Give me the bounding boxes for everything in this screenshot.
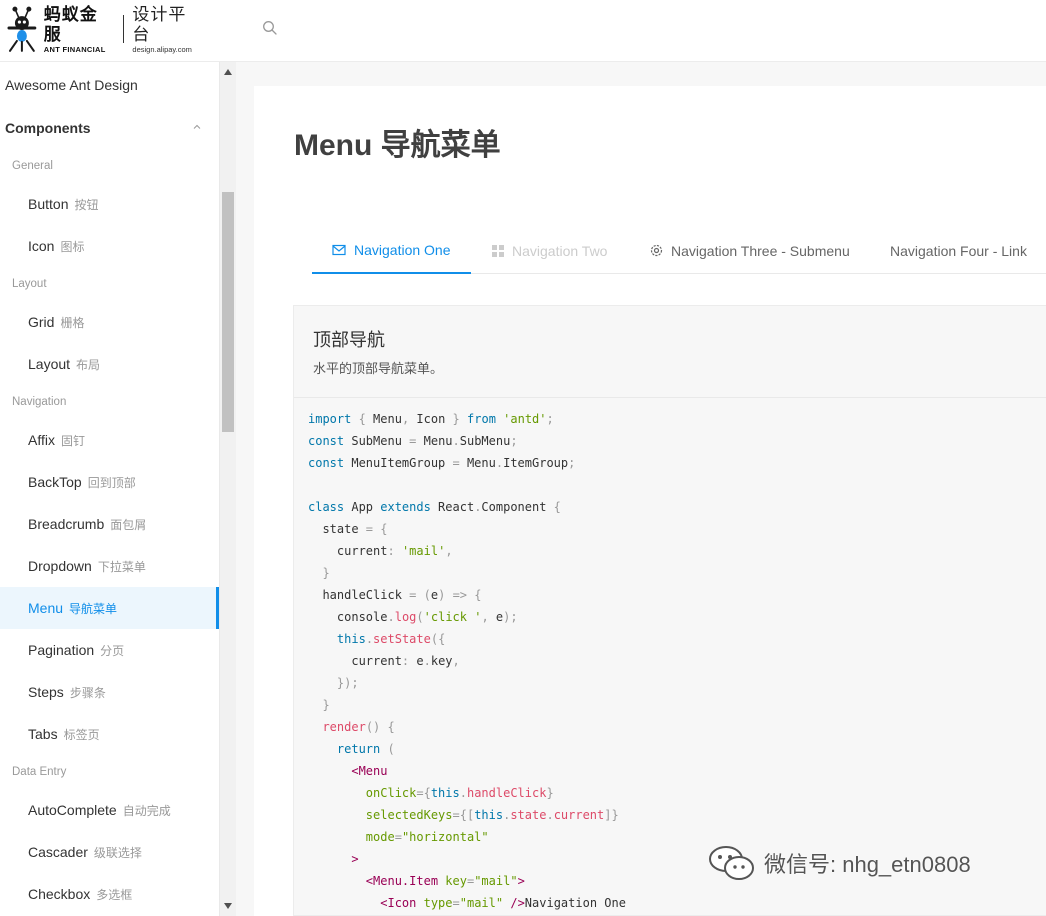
brand-name-en: ANT FINANCIAL [43,44,106,54]
sidebar-item-checkbox[interactable]: Checkbox 多选框 [0,873,219,915]
page-title: Menu 导航菜单 [294,129,501,162]
logo-divider [123,15,125,43]
ant-design-logo[interactable]: 蚂蚁金服 ANT FINANCIAL 设计平台 design.alipay.co… [4,4,204,54]
sidebar: Awesome Ant Design Components General Bu… [0,62,220,916]
item-sublabel: 面包屑 [110,518,147,532]
item-label: Steps [28,684,64,700]
watermark-text: 微信号: nhg_etn0808 [764,852,971,877]
appstore-icon [492,244,504,257]
nav-item-navigation-two[interactable]: Navigation Two [492,228,607,273]
item-sublabel: 布局 [76,358,101,372]
sidebar-item-button[interactable]: Button 按钮 [0,183,219,225]
design-platform-url: design.alipay.com [132,44,192,54]
wechat-icon [709,846,754,880]
item-label: Pagination [28,642,95,658]
sidebar-item-steps[interactable]: Steps 步骤条 [0,671,219,713]
item-sublabel: 分页 [100,644,125,658]
group-title-general: General [12,160,53,172]
item-label: Affix [28,432,55,448]
design-platform: 设计平台 design.alipay.com [132,5,204,54]
nav-item-label: Navigation Four - Link [890,242,1027,259]
group-title-data-entry: Data Entry [12,766,67,778]
nav-item-navigation-three-submenu[interactable]: Navigation Three - Submenu [650,228,850,273]
item-label: Layout [28,356,71,372]
main-content: Menu 导航菜单 Navigation One Navigation Two … [254,86,1046,916]
group-title-navigation: Navigation [12,396,67,408]
demo-horizontal-menu: Navigation One Navigation Two Navigation… [312,228,1046,274]
code-block: import { Menu, Icon } from 'antd'; const… [308,412,626,910]
item-label: Menu [28,600,64,616]
sidebar-item-dropdown[interactable]: Dropdown 下拉菜单 [0,545,219,587]
setting-icon [650,244,663,257]
item-label: BackTop [28,474,82,490]
brand-name: 蚂蚁金服 ANT FINANCIAL [44,5,116,54]
sidebar-item-layout[interactable]: Layout 布局 [0,343,219,385]
item-sublabel: 导航菜单 [69,602,118,616]
item-label: Button [28,196,69,212]
item-sublabel: 回到顶部 [87,476,136,490]
item-sublabel: 多选框 [96,888,133,902]
nav-item-navigation-one[interactable]: Navigation One [312,228,471,274]
item-label: Tabs [28,726,58,742]
item-label: Cascader [28,844,88,860]
mail-icon [332,244,346,256]
item-sublabel: 栅格 [60,316,85,330]
nav-item-navigation-four-link[interactable]: Navigation Four - Link [890,228,1027,273]
item-label: AutoComplete [28,802,117,818]
search-icon[interactable] [262,20,278,36]
sidebar-item-backtop[interactable]: BackTop 回到顶部 [0,461,219,503]
item-label: Grid [28,314,55,330]
item-sublabel: 下拉菜单 [97,560,146,574]
sidebar-item-affix[interactable]: Affix 固钉 [0,419,219,461]
submenu-title: Components [5,120,91,136]
demo-description: 水平的顶部导航菜单。 [313,361,444,376]
nav-item-label: Navigation One [354,242,451,258]
sidebar-item-grid[interactable]: Grid 栅格 [0,301,219,343]
scroll-up-arrow-icon[interactable] [220,64,236,80]
sidebar-item-pagination[interactable]: Pagination 分页 [0,629,219,671]
brand-name-cn: 蚂蚁金服 [43,4,98,44]
sidebar-item-menu[interactable]: Menu 导航菜单 [0,587,219,629]
sidebar-item-autocomplete[interactable]: AutoComplete 自动完成 [0,789,219,831]
scrollbar-thumb[interactable] [222,192,234,432]
sidebar-scrollbar[interactable] [220,62,236,916]
item-label: Icon [28,238,55,254]
item-label: Checkbox [28,886,91,902]
chevron-up-icon [193,124,201,129]
design-platform-cn: 设计平台 [132,4,187,44]
demo-header: 顶部导航 水平的顶部导航菜单。 [294,306,1046,398]
top-header: 蚂蚁金服 ANT FINANCIAL 设计平台 design.alipay.co… [0,0,1046,62]
wechat-watermark: 微信号: nhg_etn0808 [708,844,971,882]
sidebar-item-breadcrumb[interactable]: Breadcrumb 面包屑 [0,503,219,545]
group-title-layout: Layout [12,278,47,290]
sidebar-item-cascader[interactable]: Cascader 级联选择 [0,831,219,873]
item-label: Dropdown [28,558,92,574]
nav-item-label: Navigation Three - Submenu [671,242,850,259]
sidebar-submenu-components[interactable]: Components [0,107,219,149]
item-sublabel: 按钮 [74,198,99,212]
item-label: Breadcrumb [28,516,105,532]
scroll-down-arrow-icon[interactable] [220,898,236,914]
sidebar-item-tabs[interactable]: Tabs 标签页 [0,713,219,755]
demo-title: 顶部导航 [313,330,385,350]
item-sublabel: 固钉 [60,434,85,448]
item-sublabel: 自动完成 [122,804,171,818]
ant-mascot-icon [7,6,37,52]
item-sublabel: 步骤条 [69,686,106,700]
item-sublabel: 标签页 [63,728,100,742]
item-sublabel: 级联选择 [93,846,142,860]
sidebar-item-awesome-ant-design[interactable]: Awesome Ant Design [0,63,219,107]
nav-item-label: Navigation Two [512,242,608,259]
code-demo-box: 顶部导航 水平的顶部导航菜单。 import { Menu, Icon } fr… [293,305,1046,916]
sidebar-item-icon[interactable]: Icon 图标 [0,225,219,267]
item-sublabel: 图标 [60,240,85,254]
